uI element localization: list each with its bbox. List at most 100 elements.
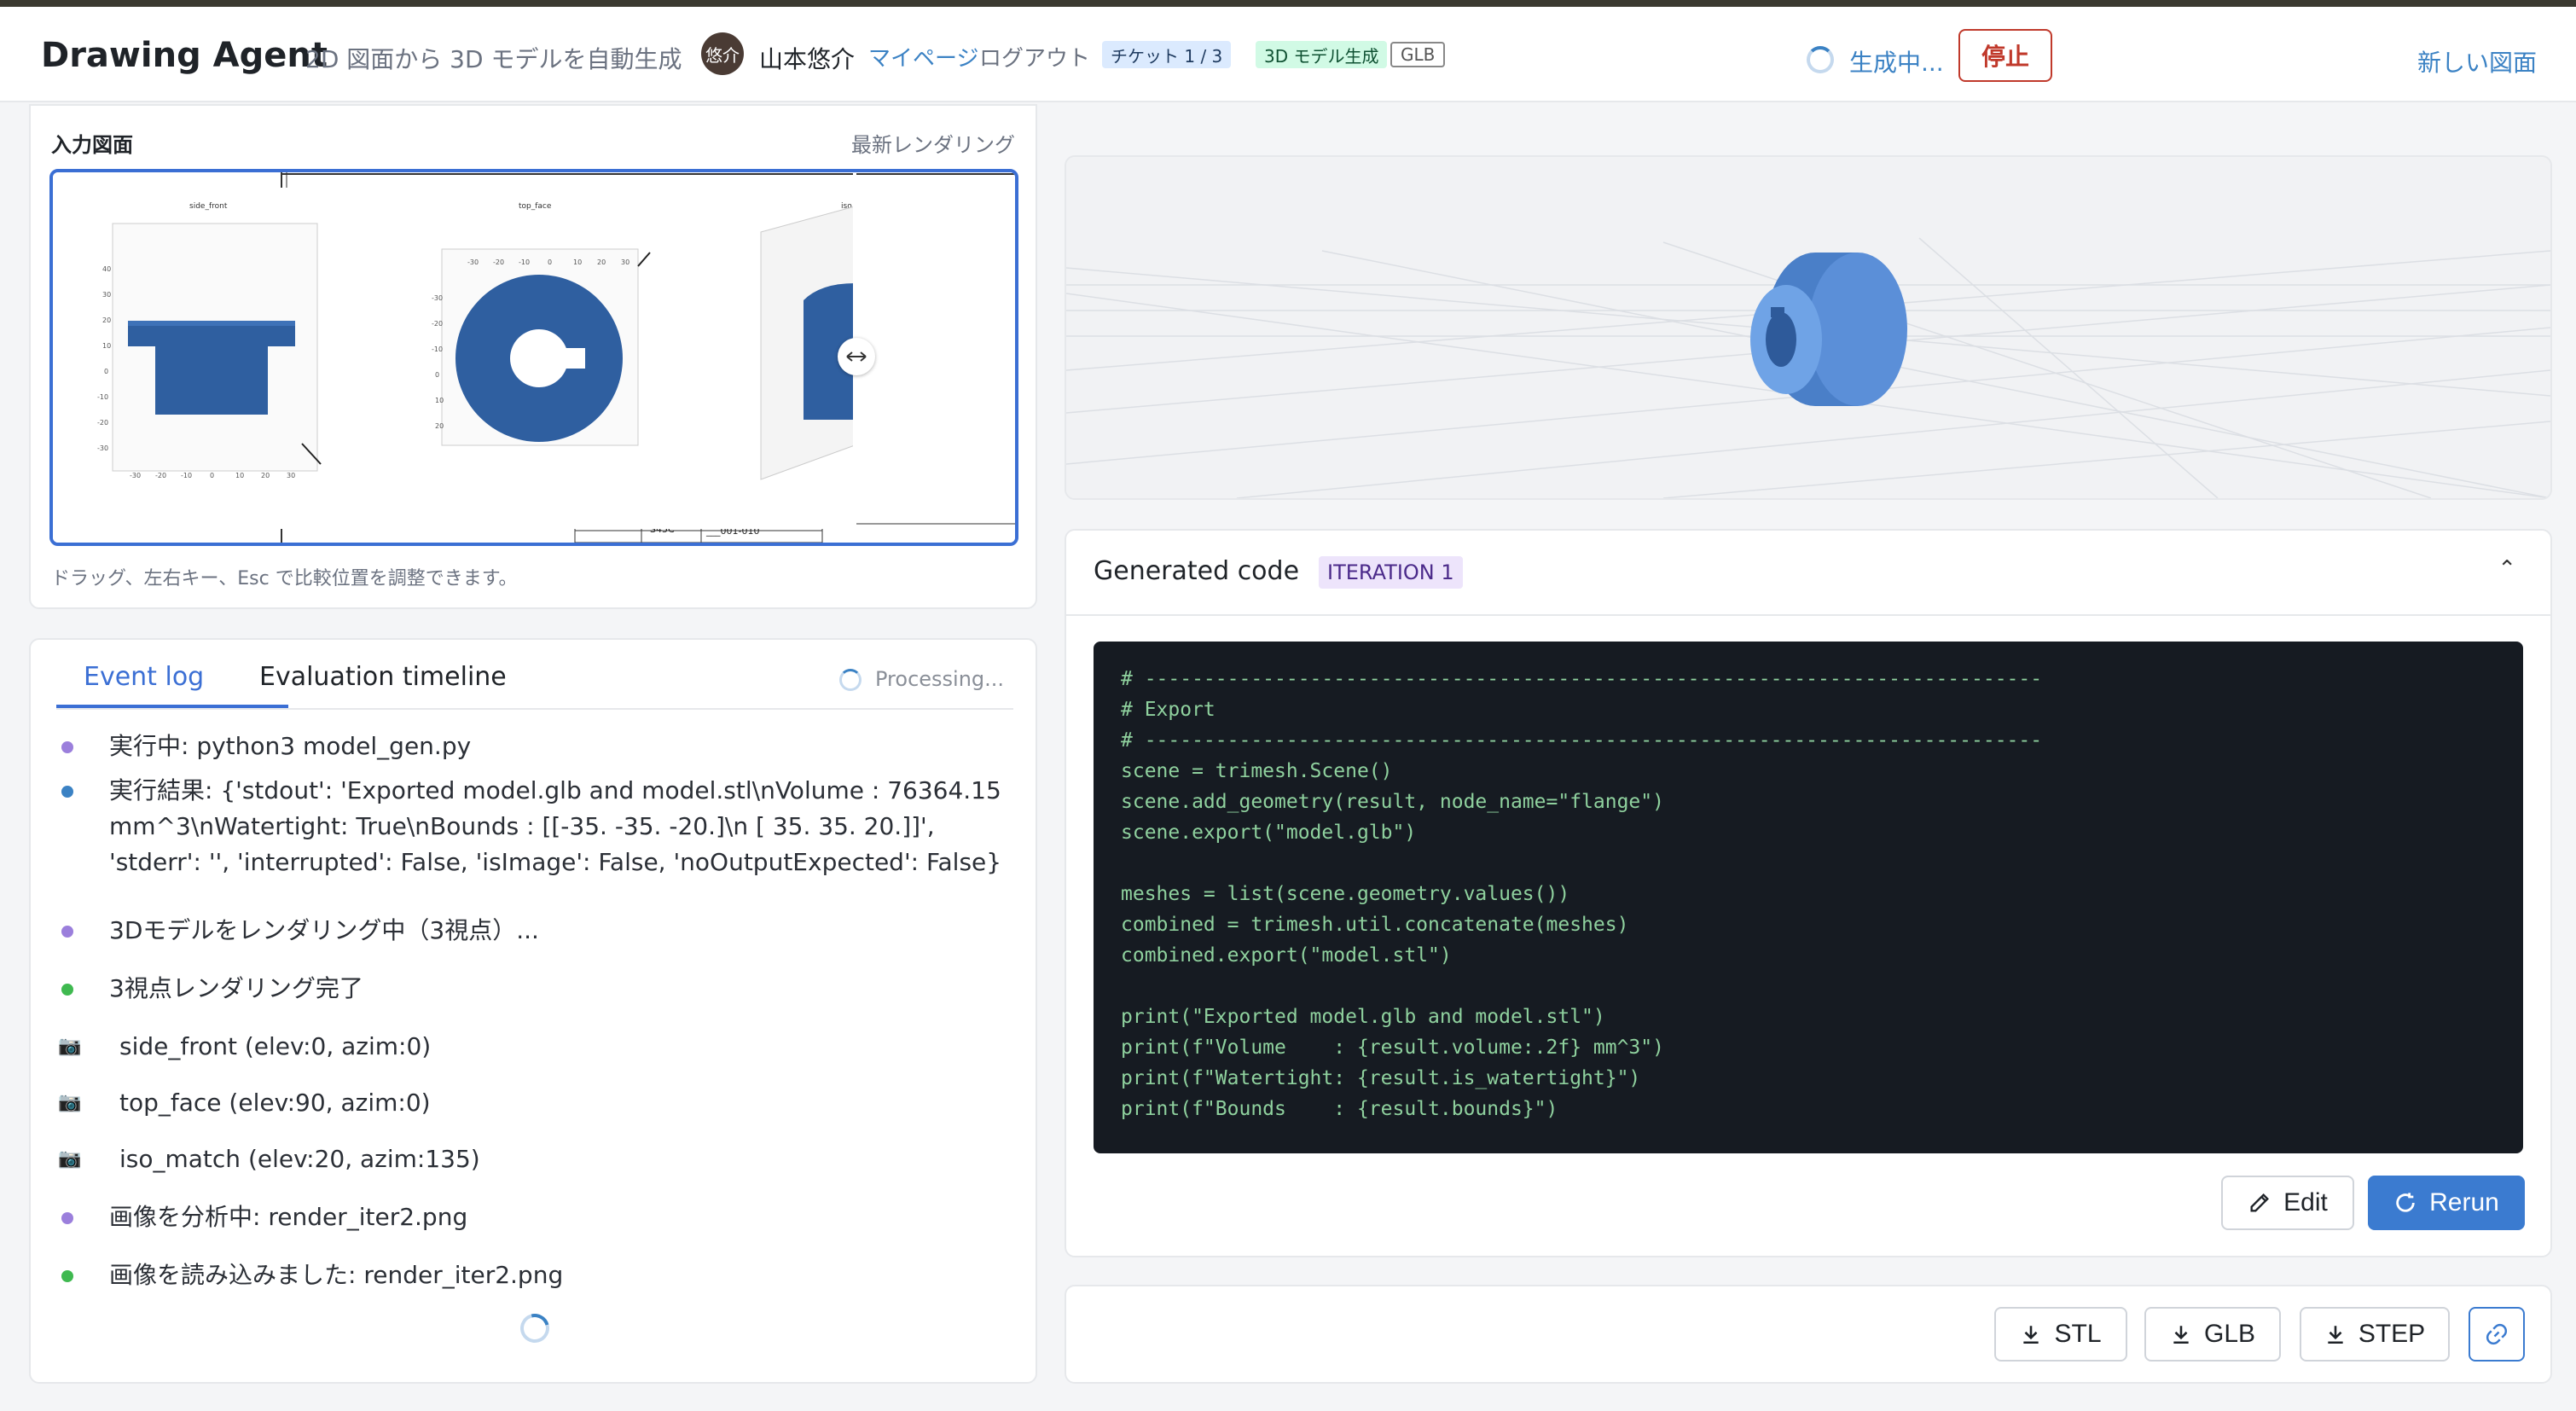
log-text: side_front (elev:0, azim:0)	[119, 1032, 432, 1060]
status-dot-icon	[61, 926, 73, 938]
side-front-label: side_front	[189, 202, 228, 211]
generated-code-title: Generated code	[1094, 556, 1300, 586]
svg-text:20: 20	[435, 422, 444, 430]
camera-icon: 📷	[58, 1092, 82, 1113]
refresh-icon	[2396, 1193, 2415, 1212]
brand-subtitle: 2D 図面から 3D モデルを自動生成	[305, 45, 682, 73]
svg-text:10: 10	[573, 258, 582, 266]
latest-render-label: 最新レンダリング	[851, 133, 1015, 157]
log-text: 実行結果: {'stdout': 'Exported model.glb and…	[109, 776, 1002, 876]
svg-text:-20: -20	[493, 258, 504, 266]
status-dot-icon	[61, 1212, 73, 1224]
edit-button[interactable]: Edit	[2221, 1176, 2354, 1230]
download-step-label: STEP	[2358, 1320, 2426, 1348]
top-strip	[0, 0, 2576, 7]
rerun-label: Rerun	[2429, 1188, 2499, 1216]
svg-text:0: 0	[435, 371, 439, 379]
compare-hint: ドラッグ、左右キー、Esc で比較位置を調整できます。	[51, 568, 518, 589]
svg-text:0: 0	[104, 368, 108, 375]
model-viewer[interactable]	[1065, 155, 2552, 500]
svg-text:-10: -10	[97, 393, 108, 401]
svg-text:40: 40	[102, 265, 111, 273]
camera-icon: 📷	[58, 1148, 82, 1170]
svg-text:-10: -10	[181, 472, 192, 479]
svg-text:0: 0	[210, 472, 214, 479]
svg-text:10: 10	[235, 472, 244, 479]
edit-icon	[2250, 1193, 2270, 1212]
svg-text:-20: -20	[155, 472, 166, 479]
logout-link[interactable]: ログアウト	[979, 41, 1090, 73]
download-glb-label: GLB	[2203, 1320, 2256, 1348]
downloads-panel: STL GLB STEP	[1065, 1285, 2552, 1384]
log-loading-spinner-icon	[514, 1308, 555, 1349]
brand-title: Drawing Agent	[41, 36, 328, 75]
log-text: 画像を分析中: render_iter2.png	[109, 1203, 468, 1231]
log-text: 3Dモデルをレンダリング中（3視点）...	[109, 916, 539, 944]
edit-label: Edit	[2283, 1188, 2328, 1216]
svg-text:30: 30	[287, 472, 295, 479]
svg-text:0: 0	[548, 258, 552, 266]
svg-text:20: 20	[261, 472, 270, 479]
code-divider	[1066, 614, 2550, 616]
mypage-link[interactable]: マイページ	[868, 41, 978, 73]
download-icon	[2023, 1326, 2039, 1344]
processing-status: Processing...	[875, 667, 1005, 691]
app-header: Drawing Agent 2D 図面から 3D モデルを自動生成 悠介 山本悠…	[0, 7, 2576, 102]
model-badge: 3D モデル生成	[1256, 41, 1388, 68]
processing-spinner-icon	[839, 669, 862, 691]
svg-text:10: 10	[102, 342, 111, 350]
tab-divider	[56, 708, 1013, 710]
side-front-view: 40 30 20 10 0 -10 -20 -30 -30 -20 -10 0 10 20 30	[97, 223, 322, 479]
tab-event-log[interactable]: Event log	[84, 662, 204, 692]
compare-slider-view[interactable]: S45C ___001-010 side_front top_face iso_…	[49, 169, 1018, 546]
status-dot-icon	[61, 984, 73, 996]
generating-status: 生成中...	[1849, 49, 1944, 77]
log-text: top_face (elev:90, azim:0)	[119, 1089, 431, 1117]
iteration-badge: ITERATION 1	[1319, 556, 1463, 589]
download-stl-button[interactable]: STL	[1994, 1307, 2127, 1362]
avatar[interactable]: 悠介	[701, 32, 744, 75]
link-icon	[2486, 1323, 2508, 1345]
log-text: 3視点レンダリング完了	[109, 974, 363, 1002]
svg-text:-30: -30	[432, 294, 443, 302]
top-face-label: top_face	[519, 202, 552, 211]
copy-link-button[interactable]	[2469, 1307, 2525, 1362]
download-step-button[interactable]: STEP	[2300, 1307, 2450, 1362]
drag-arrows-icon	[846, 351, 867, 362]
log-text: iso_match (elev:20, azim:135)	[119, 1145, 480, 1173]
camera-icon: 📷	[58, 1036, 82, 1057]
stop-button[interactable]: 停止	[1958, 29, 2052, 82]
svg-text:-30: -30	[97, 444, 108, 452]
svg-text:10: 10	[435, 397, 444, 404]
status-dot-icon	[61, 1270, 73, 1282]
svg-text:-20: -20	[97, 419, 108, 427]
compare-handle[interactable]	[838, 338, 875, 375]
top-face-view: -30 -20 -10 0 10 20 30 -30 -20 -10 0 10 20	[432, 248, 651, 446]
tab-evaluation-timeline[interactable]: Evaluation timeline	[259, 662, 507, 692]
iso-view	[760, 206, 856, 480]
status-dot-icon	[61, 786, 73, 798]
rerun-button[interactable]: Rerun	[2368, 1176, 2525, 1230]
svg-text:20: 20	[102, 316, 111, 324]
new-drawing-link[interactable]: 新しい図面	[2417, 44, 2537, 78]
code-block[interactable]: # --------------------------------------…	[1094, 642, 2523, 1153]
svg-text:20: 20	[597, 258, 606, 266]
username: 山本悠介	[759, 45, 856, 73]
viewer-canvas	[1066, 157, 2550, 498]
download-glb-button[interactable]: GLB	[2144, 1307, 2281, 1362]
svg-text:-10: -10	[519, 258, 530, 266]
code-text: # --------------------------------------…	[1121, 668, 2043, 1120]
loading-spinner-icon	[1807, 46, 1834, 73]
svg-text:-30: -30	[467, 258, 479, 266]
chevron-up-icon[interactable]: ⌃	[2498, 556, 2516, 582]
svg-text:30: 30	[621, 258, 629, 266]
svg-text:-10: -10	[432, 345, 443, 353]
active-tab-indicator	[56, 705, 288, 708]
ticket-badge: チケット 1 / 3	[1102, 41, 1232, 68]
event-log-panel: Event log Evaluation timeline Processing…	[29, 638, 1037, 1384]
download-icon	[2173, 1326, 2189, 1344]
log-text: 実行中: python3 model_gen.py	[109, 732, 472, 760]
input-drawing-panel: 入力図面 最新レンダリング S45C ___001-010 side_front…	[29, 104, 1037, 609]
log-text: 画像を読み込みました: render_iter2.png	[109, 1261, 564, 1289]
input-drawing-title: 入力図面	[51, 133, 133, 157]
